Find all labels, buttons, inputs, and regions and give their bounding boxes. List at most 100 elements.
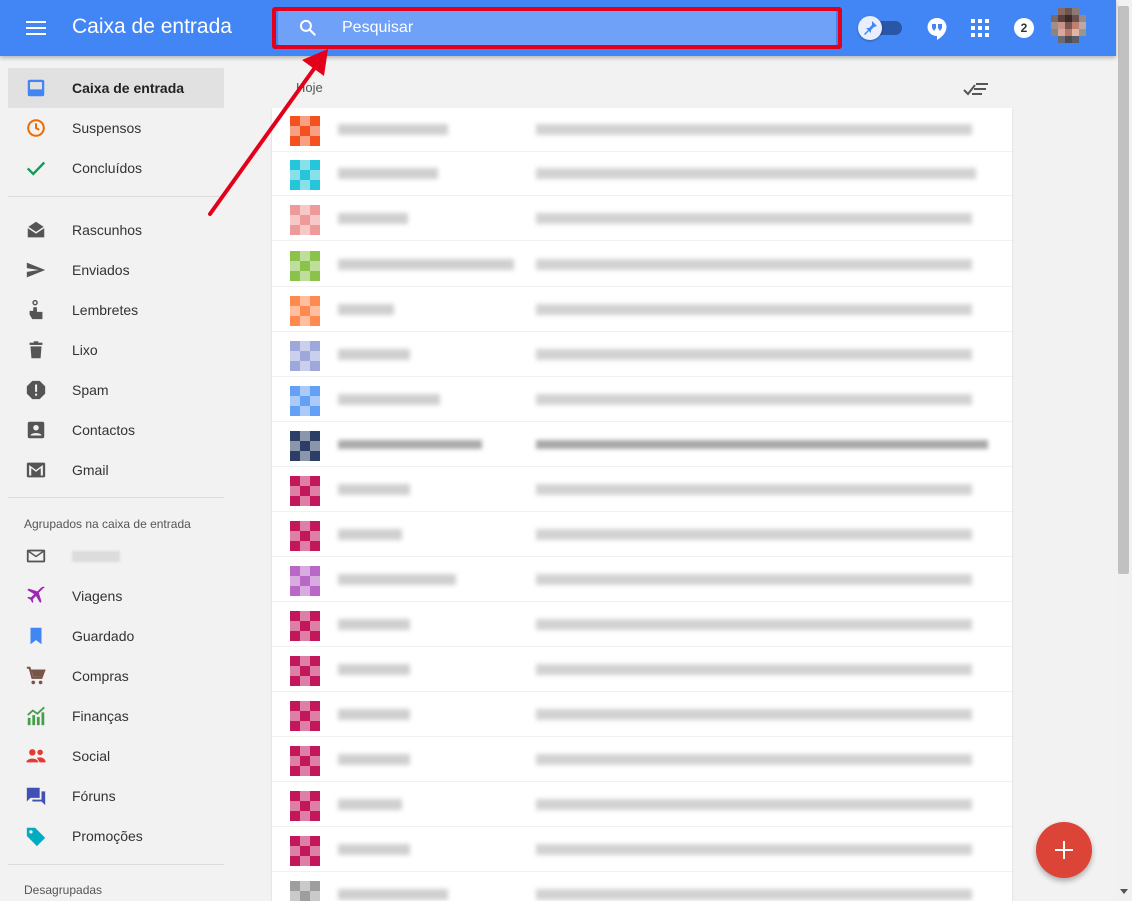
sender-avatar bbox=[290, 160, 320, 190]
send-icon bbox=[26, 262, 46, 278]
sidebar-item-saved[interactable]: Guardado bbox=[8, 616, 224, 656]
sidebar-item-finance[interactable]: Finanças bbox=[8, 696, 224, 736]
email-sender-redacted bbox=[338, 664, 410, 675]
email-row[interactable] bbox=[272, 828, 1012, 872]
email-snippet-redacted bbox=[536, 709, 972, 720]
email-row[interactable] bbox=[272, 738, 1012, 782]
email-row[interactable] bbox=[272, 558, 1012, 602]
email-row[interactable] bbox=[272, 243, 1012, 287]
inbox-icon bbox=[27, 79, 45, 97]
email-row[interactable] bbox=[272, 513, 1012, 557]
email-snippet-redacted bbox=[536, 168, 976, 179]
email-row[interactable] bbox=[272, 603, 1012, 647]
sweep-icon[interactable] bbox=[962, 78, 990, 100]
sender-avatar bbox=[290, 116, 320, 146]
sidebar-item-label: Finanças bbox=[72, 708, 129, 724]
email-row[interactable] bbox=[272, 468, 1012, 512]
compose-button[interactable] bbox=[1036, 822, 1092, 878]
menu-icon[interactable] bbox=[24, 16, 48, 40]
sidebar-item-purchases[interactable]: Compras bbox=[8, 656, 224, 696]
email-sender-redacted bbox=[338, 844, 410, 855]
gmail-icon bbox=[26, 462, 46, 478]
email-row[interactable] bbox=[272, 693, 1012, 737]
sidebar-item-label: Guardado bbox=[72, 628, 135, 644]
sidebar-item-forums[interactable]: Fóruns bbox=[8, 776, 224, 816]
sidebar-item-trash[interactable]: Lixo bbox=[8, 330, 224, 370]
sidebar-item-reminders[interactable]: Lembretes bbox=[8, 290, 224, 330]
scrollbar-thumb[interactable] bbox=[1118, 6, 1129, 574]
sidebar-item-bundle-custom[interactable] bbox=[8, 536, 224, 576]
email-sender-redacted bbox=[338, 709, 410, 720]
sidebar-divider bbox=[8, 497, 224, 498]
email-row[interactable] bbox=[272, 333, 1012, 377]
sidebar-item-label: Caixa de entrada bbox=[72, 80, 185, 96]
sidebar-item-drafts[interactable]: Rascunhos bbox=[8, 210, 224, 250]
sender-avatar bbox=[290, 656, 320, 686]
email-snippet-redacted bbox=[536, 619, 972, 630]
sidebar-item-social[interactable]: Social bbox=[8, 736, 224, 776]
sidebar-item-label: Lembretes bbox=[72, 302, 139, 318]
avatar[interactable] bbox=[1050, 8, 1088, 46]
email-row[interactable] bbox=[272, 648, 1012, 692]
email-row[interactable] bbox=[272, 152, 1012, 196]
sidebar-item-travel[interactable]: Viagens bbox=[8, 576, 224, 616]
sidebar-item-label: Fóruns bbox=[72, 788, 116, 804]
sidebar-item-promotions[interactable]: Promoções bbox=[8, 816, 224, 856]
check-icon bbox=[26, 161, 46, 176]
drafts-icon bbox=[27, 221, 45, 238]
sender-avatar bbox=[290, 701, 320, 731]
unbundled-section-label: Desagrupadas bbox=[24, 883, 103, 897]
sender-avatar bbox=[290, 746, 320, 776]
email-snippet-redacted bbox=[536, 754, 972, 765]
notification-badge[interactable]: 2 bbox=[1014, 18, 1034, 38]
pin-icon bbox=[864, 21, 877, 35]
sidebar-item-spam[interactable]: Spam bbox=[8, 370, 224, 410]
email-sender-redacted bbox=[338, 349, 410, 360]
email-sender-redacted bbox=[338, 754, 410, 765]
sidebar-item-snoozed[interactable]: Suspensos bbox=[8, 108, 224, 148]
email-snippet-redacted bbox=[536, 529, 972, 540]
email-snippet-redacted bbox=[536, 349, 972, 360]
apps-grid-icon[interactable] bbox=[971, 19, 989, 37]
sidebar-item-inbox[interactable]: Caixa de entrada bbox=[8, 68, 224, 108]
sidebar-item-contacts[interactable]: Contactos bbox=[8, 410, 224, 450]
sender-avatar bbox=[290, 476, 320, 506]
email-sender-redacted bbox=[338, 394, 440, 405]
forum-icon bbox=[26, 787, 46, 806]
sender-avatar bbox=[290, 791, 320, 821]
email-snippet-redacted bbox=[536, 664, 972, 675]
sidebar-item-label: Promoções bbox=[72, 828, 143, 844]
email-row[interactable] bbox=[272, 378, 1012, 422]
email-row[interactable] bbox=[272, 197, 1012, 241]
hangouts-icon[interactable] bbox=[926, 17, 948, 41]
sidebar-item-label: Gmail bbox=[72, 462, 109, 478]
sidebar-item-sent[interactable]: Enviados bbox=[8, 250, 224, 290]
finance-icon bbox=[27, 706, 45, 726]
scroll-down-arrow[interactable] bbox=[1120, 889, 1128, 894]
sidebar: Caixa de entrada Suspensos Concluídos Ra… bbox=[0, 56, 240, 901]
email-sender-redacted bbox=[338, 529, 402, 540]
pin-toggle[interactable] bbox=[858, 16, 904, 40]
sidebar-item-gmail[interactable]: Gmail bbox=[8, 450, 224, 490]
sidebar-item-label-redacted bbox=[72, 551, 120, 562]
sender-avatar bbox=[290, 251, 320, 281]
sidebar-item-label: Lixo bbox=[72, 342, 98, 358]
email-sender-redacted bbox=[338, 213, 408, 224]
email-row[interactable] bbox=[272, 108, 1012, 152]
sender-avatar bbox=[290, 836, 320, 866]
email-sender-redacted bbox=[338, 799, 402, 810]
sidebar-item-done[interactable]: Concluídos bbox=[8, 148, 224, 188]
email-list bbox=[272, 108, 1012, 901]
spam-icon bbox=[26, 380, 46, 400]
email-row[interactable] bbox=[272, 423, 1012, 467]
email-snippet-redacted bbox=[536, 889, 972, 900]
sidebar-item-label: Contactos bbox=[72, 422, 136, 438]
sidebar-divider bbox=[8, 864, 224, 865]
contacts-icon bbox=[27, 421, 45, 439]
email-row[interactable] bbox=[272, 288, 1012, 332]
sender-avatar bbox=[290, 611, 320, 641]
sender-avatar bbox=[290, 386, 320, 416]
app-header: Caixa de entrada 2 bbox=[0, 0, 1116, 56]
email-row[interactable] bbox=[272, 783, 1012, 827]
email-row[interactable] bbox=[272, 873, 1012, 901]
